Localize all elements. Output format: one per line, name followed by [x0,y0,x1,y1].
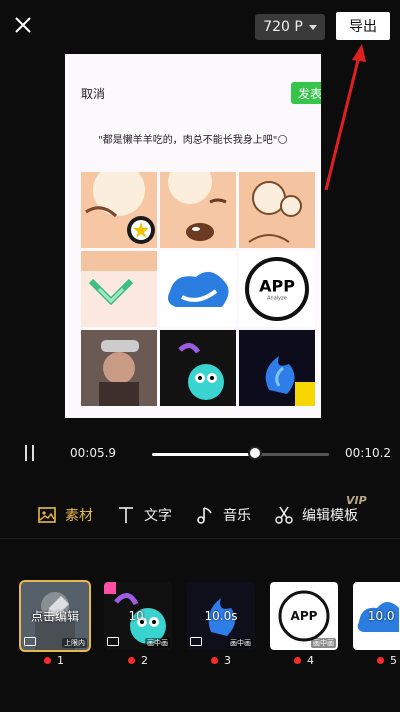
tool-text[interactable]: 文字 [116,503,172,527]
clip-index-2: 2 [128,654,148,667]
clip-tag: 画中画 [311,638,336,648]
grid-image [81,330,157,406]
progress-fill [152,453,255,456]
grid-image [160,172,236,248]
text-icon [119,507,133,523]
quality-label: 720 P [263,19,303,35]
video-preview[interactable]: 取消 发表 "都是懒羊羊吃的，肉总不能长我身上吧"🌕 APP Analyze [65,54,321,418]
annotation-arrow [324,44,366,191]
tool-text-label: 文字 [144,508,172,524]
vip-badge: VIP [346,494,367,507]
preview-post-button: 发表 [291,82,321,104]
tool-material-label: 素材 [65,508,93,524]
current-time: 00:05.9 [70,446,117,460]
clip-edit-label: 点击编辑 [30,609,80,624]
grid-image [81,172,157,248]
red-dot-icon [44,657,51,664]
clip-thumbnail-2[interactable]: 10. 画中画 [104,582,172,650]
camera-icon [24,637,36,646]
clip-tag: 上限内 [62,638,87,648]
clip-index-1: 1 [44,654,64,667]
grid-image [239,330,315,406]
pause-button[interactable] [25,445,45,463]
clip-thumbnail-5[interactable]: 10.0 [353,582,400,650]
clip-thumbnail-1[interactable]: 点击编辑 上限内 [21,582,89,650]
camera-icon [190,637,202,646]
close-button[interactable] [8,10,38,40]
clip-duration-label: 10. [128,609,148,623]
scissors-icon [275,506,293,524]
app-logo-text: APP [259,276,295,296]
music-icon [197,507,212,524]
red-dot-icon [211,657,218,664]
camera-icon [107,637,119,646]
app-logo-subtext: Analyze [267,295,287,302]
grid-image [160,251,236,327]
clip-index-5: 5 [377,654,397,667]
image-grid: APP Analyze [81,172,315,406]
tool-music[interactable]: 音乐 [195,503,251,527]
grid-image [81,251,157,327]
dropdown-arrow-icon [308,24,317,30]
red-dot-icon [294,657,301,664]
preview-cancel-text: 取消 [81,87,106,101]
preview-caption: "都是懒羊羊吃的，肉总不能长我身上吧"🌕 [98,135,288,146]
tool-edit-template-label: 编辑模板 [302,508,358,524]
grid-image [160,330,236,406]
export-button[interactable]: 导出 [336,12,390,40]
quality-dropdown[interactable]: 720 P [255,14,325,40]
clip-tag: 画中画 [145,638,170,648]
grid-image [239,172,315,248]
tool-music-label: 音乐 [223,508,251,524]
clip-index-3: 3 [211,654,231,667]
pause-icon [25,445,27,461]
clip-index-4: 4 [294,654,314,667]
red-dot-icon [377,657,384,664]
clip-tag: 画中画 [228,638,253,648]
grid-image: APP Analyze [239,251,315,327]
tool-material[interactable]: 素材 [37,503,93,527]
divider [0,538,400,539]
progress-knob[interactable] [247,446,262,460]
image-icon [38,507,56,523]
red-dot-icon [128,657,135,664]
clip-thumbnail-3[interactable]: 10.0s 画中画 [187,582,255,650]
clip-app-label: APP [290,609,318,623]
clip-duration-label: 10.0 [367,609,395,623]
clip-thumbnail-4[interactable]: APP 画中画 [270,582,338,650]
clip-duration-label: 10.0s [204,609,238,623]
close-icon [15,17,31,33]
total-time: 00:10.2 [345,446,392,460]
